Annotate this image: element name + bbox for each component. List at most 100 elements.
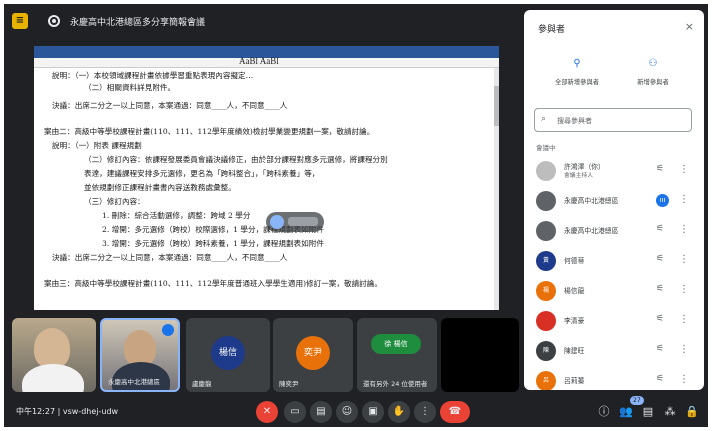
add-people-button[interactable]: ⚇ 新增參與者 <box>618 58 688 86</box>
participant-row[interactable]: 陳 陳建旺 ⚟ ⋮ <box>524 336 704 366</box>
participant-tile[interactable]: 奕尹 陳奕尹 <box>273 318 353 392</box>
doc-line: 說明：（一）本校領域課程計畫依據學習重點表現內容擬定… <box>52 71 254 80</box>
more-vert-icon: ⋮ <box>420 406 430 417</box>
doc-line: 並依規劃修正課程計畫書內容送教務處彙整。 <box>84 183 236 192</box>
participant-name: 呂莉蓁 <box>564 377 585 385</box>
info-icon: ⓘ <box>598 405 610 418</box>
avatar: 呂 <box>536 371 556 390</box>
bottom-bar: 中午12:27 | vsw-dhej-udw ✕ ▭ ▤ ☺ ▣ ✋ ⋮ ☎ ⓘ <box>4 396 708 427</box>
participant-row[interactable]: 黃 何德蒂 ⚟ ⋮ <box>524 246 704 276</box>
present-button[interactable]: ▣ <box>362 401 384 423</box>
presenter-name-placeholder <box>288 217 318 226</box>
scrollbar-thumb[interactable] <box>494 86 499 126</box>
more-vert-icon[interactable]: ⋮ <box>679 374 689 385</box>
activities-icon: ⁂ <box>664 405 676 418</box>
more-vert-icon[interactable]: ⋮ <box>679 254 689 265</box>
participant-tile-active[interactable]: 永慶高中北港總區 <box>100 318 180 392</box>
more-participants-tile[interactable]: 徐 楊信 還有另外 24 位使用者 <box>357 318 437 392</box>
presenter-avatar <box>270 215 284 229</box>
doc-line: 案由二：高級中等學校課程計畫(110、111、112學年度績效)檢討學業變更規劃… <box>44 127 375 136</box>
participant-tile[interactable] <box>441 318 519 392</box>
section-header: 會議中 <box>536 144 556 152</box>
participant-row[interactable]: 呂 呂莉蓁 ⚟ ⋮ <box>524 366 704 390</box>
participant-tile[interactable] <box>12 318 96 392</box>
mic-active-icon[interactable]: ııı <box>656 194 669 207</box>
add-all-button[interactable]: ⚲ 全部新增參與者 <box>542 58 612 86</box>
activities-button[interactable]: ⁂ <box>662 404 678 420</box>
camera-icon: ▭ <box>290 406 300 417</box>
tile-label: 還有另外 24 位使用者 <box>363 380 428 388</box>
mic-muted-icon[interactable]: ⚟ <box>656 314 664 324</box>
mic-muted-icon[interactable]: ⚟ <box>656 224 664 234</box>
participant-row[interactable]: 永慶高中北港總區 ⚟ ⋮ <box>524 216 704 246</box>
info-button[interactable]: ⓘ <box>596 404 612 420</box>
style-preview: AaBl AaBl <box>239 56 279 66</box>
add-people-label: 新增參與者 <box>637 79 669 86</box>
camera-button[interactable]: ▭ <box>284 401 306 423</box>
mic-off-button[interactable]: ✕ <box>256 401 278 423</box>
emoji-button[interactable]: ☺ <box>336 401 358 423</box>
add-all-label: 全部新增參與者 <box>554 79 600 86</box>
clock: 中午12:27 <box>16 407 56 416</box>
participant-tile[interactable]: 楊信 盧慶龍 <box>186 318 270 392</box>
more-vert-icon[interactable]: ⋮ <box>679 194 689 205</box>
participant-row[interactable]: 許鴻澤（你） 會議主持人 ⚟ ⋮ <box>524 156 704 186</box>
doc-line: （二）修訂內容：依課程發展委員會議決議修正，由於部分課程對應多元選修，將課程分別 <box>84 155 388 164</box>
participant-name: 李清豪 <box>564 317 585 325</box>
host-controls-button[interactable]: 🔒 <box>684 404 700 420</box>
raise-hand-button[interactable]: ✋ <box>388 401 410 423</box>
participant-row[interactable]: 永慶高中北港總區 ııı ⋮ <box>524 186 704 216</box>
more-vert-icon[interactable]: ⋮ <box>679 314 689 325</box>
shared-screen: AaBl AaBl 說明：（一）本校領域課程計畫依據學習重點表現內容擬定… （二… <box>34 46 499 310</box>
close-icon[interactable]: × <box>685 20 694 33</box>
mic-muted-icon[interactable]: ⚟ <box>656 374 664 384</box>
people-icon: 👥 <box>619 405 633 418</box>
participant-name: 陳建旺 <box>564 347 585 355</box>
gear-icon[interactable] <box>46 13 62 29</box>
speaking-icon <box>162 324 174 336</box>
leave-call-button[interactable]: ☎ <box>440 401 470 423</box>
doc-line: （二）相關資料詳見附件。 <box>84 83 176 92</box>
captions-button[interactable]: ▤ <box>310 401 332 423</box>
search-placeholder: 搜尋參與者 <box>557 117 592 125</box>
presenting-badge-icon[interactable]: ≡ <box>12 13 28 29</box>
person-plus-icon: ⚇ <box>648 58 658 69</box>
doc-line: 決議：出席二分之一以上同意，本案通過：同意____人，不同意____人 <box>52 101 288 110</box>
tile-label: 陳奕尹 <box>279 380 299 388</box>
mic-muted-icon[interactable]: ⚟ <box>656 164 664 174</box>
doc-line: （三）修訂內容： <box>84 197 145 206</box>
avatar: 陳 <box>536 341 556 361</box>
panel-title: 參與者 <box>538 25 566 35</box>
participant-face <box>34 328 70 368</box>
people-button[interactable]: 👥 <box>618 404 634 420</box>
more-vert-icon[interactable]: ⋮ <box>679 344 689 355</box>
more-vert-icon[interactable]: ⋮ <box>679 224 689 235</box>
more-vert-icon[interactable]: ⋮ <box>679 164 689 175</box>
meeting-code: vsw-dhej-udw <box>62 407 119 416</box>
avatar: 黃 <box>536 251 556 271</box>
mic-muted-icon[interactable]: ⚟ <box>656 254 664 264</box>
doc-line: 案由三：高級中等學校課程計畫(110、111、112學年度普通班入學學生適用)修… <box>44 279 382 288</box>
participant-search[interactable]: ⌕ 搜尋參與者 <box>534 108 692 132</box>
meet-window: ≡ 永慶高中北港總區多分享簡報會議 AaBl AaBl 說明：（一）本校領域課程… <box>4 4 708 427</box>
avatar <box>536 311 556 331</box>
participants-panel: 參與者 × ⚲ 全部新增參與者 ⚇ 新增參與者 ⌕ 搜尋參與者 會議中 許鴻澤（… <box>524 10 704 390</box>
doc-line: 3. 增開：多元選修（跨校）跨科素養，1 學分，課程規劃表如附件 <box>102 239 324 248</box>
mic-muted-icon[interactable]: ⚟ <box>656 344 664 354</box>
present-icon: ▣ <box>368 406 378 417</box>
phone-hangup-icon: ☎ <box>448 406 462 417</box>
top-bar: ≡ 永慶高中北港總區多分享簡報會議 <box>4 4 524 38</box>
meeting-time-code: 中午12:27 | vsw-dhej-udw <box>16 406 118 417</box>
chat-button[interactable]: ▤ <box>640 404 656 420</box>
more-options-button[interactable]: ⋮ <box>414 401 436 423</box>
mic-muted-icon[interactable]: ⚟ <box>656 284 664 294</box>
avatar: 楊 <box>536 281 556 301</box>
emoji-icon: ☺ <box>341 406 353 417</box>
meeting-title: 永慶高中北港總區多分享簡報會議 <box>70 18 206 28</box>
participant-row[interactable]: 李清豪 ⚟ ⋮ <box>524 306 704 336</box>
person-add-icon: ⚲ <box>573 58 581 69</box>
participant-row[interactable]: 楊 楊信龍 ⚟ ⋮ <box>524 276 704 306</box>
avatar: 奕尹 <box>296 336 330 370</box>
more-vert-icon[interactable]: ⋮ <box>679 284 689 295</box>
doc-line: 決議：出席二分之一以上同意，本案通過：同意____人，不同意____人 <box>52 253 288 262</box>
